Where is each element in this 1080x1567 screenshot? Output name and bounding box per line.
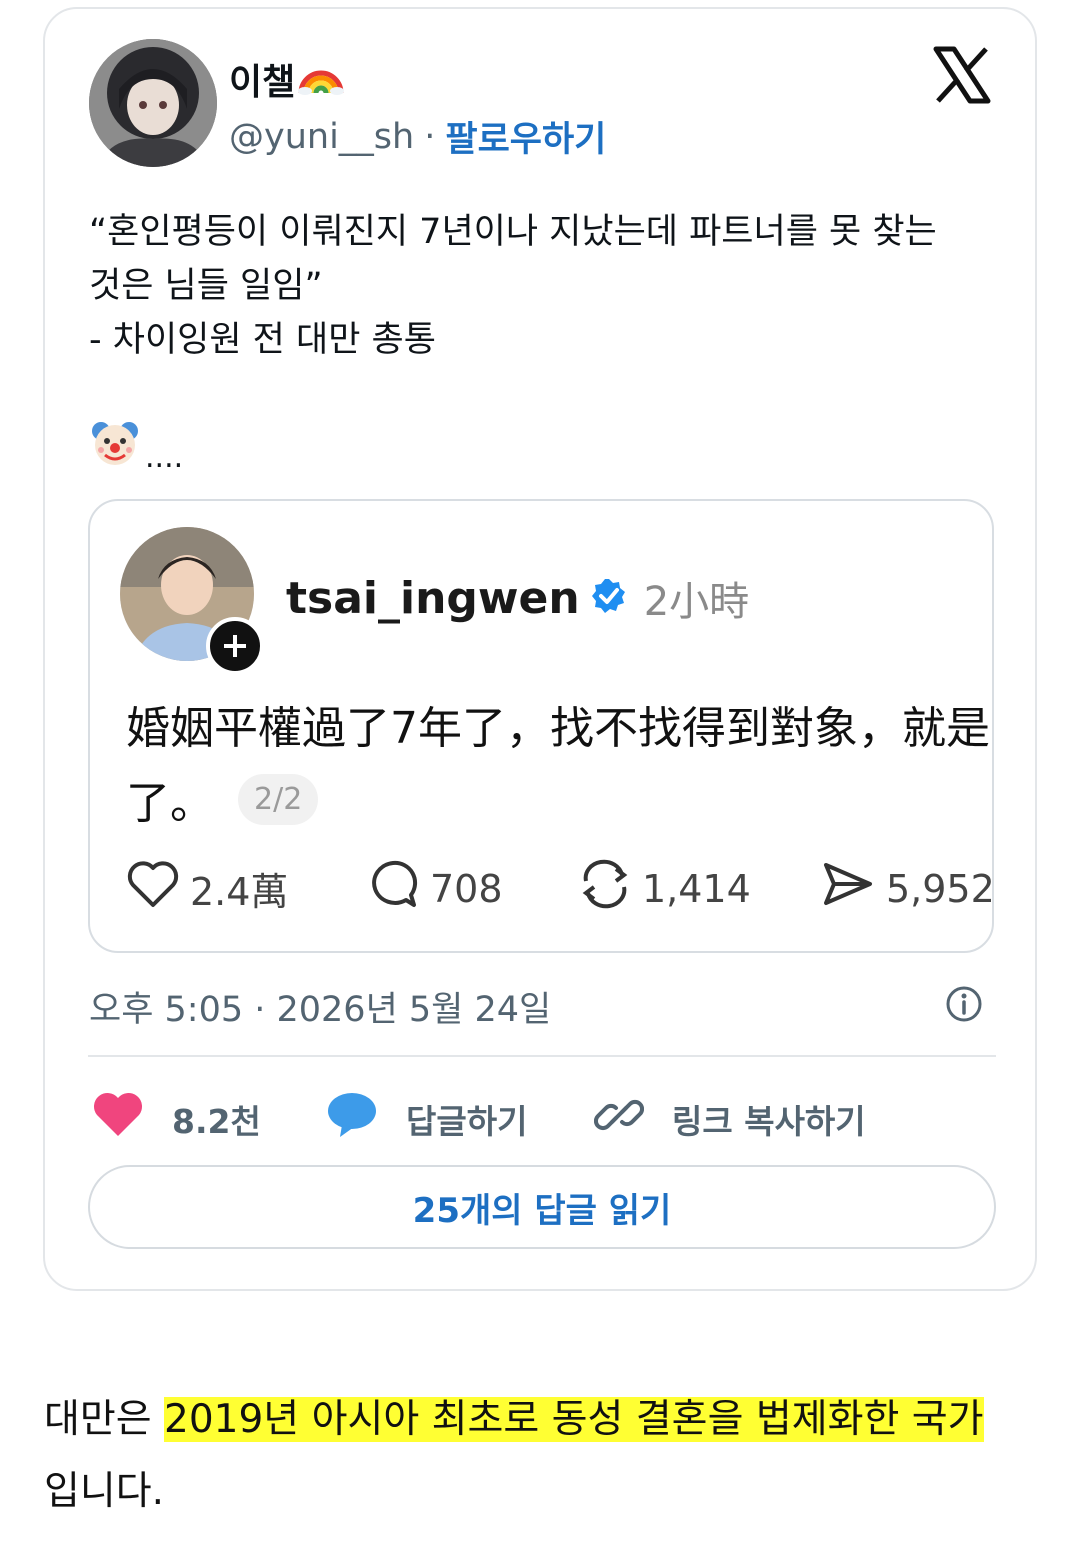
heart-outline-icon xyxy=(126,859,180,918)
tweet-card: 이챌 @yuni__sh · 팔로우하기 “혼인평등이 이뤄진지 7년이나 지났… xyxy=(43,7,1037,1291)
display-name-text: 이챌 xyxy=(229,62,296,103)
divider xyxy=(88,1055,996,1057)
tweet-text: “혼인평등이 이뤄진지 7년이나 지났는데 파트너를 못 찾는 것은 님들 일임… xyxy=(89,212,937,360)
separator-dot: · xyxy=(424,116,436,157)
embedded-comments: 708 xyxy=(366,859,503,918)
heart-icon xyxy=(92,1092,144,1146)
comment-icon xyxy=(366,859,420,918)
like-count: 8.2천 xyxy=(172,1102,261,1141)
likes-count: 2.4萬 xyxy=(190,870,289,914)
handle-row: @yuni__sh · 팔로우하기 xyxy=(229,111,606,162)
shares-count: 5,952 xyxy=(886,866,994,911)
embedded-text-line1: 婚姻平權過了7年了，找不找得到對象，就是 xyxy=(126,703,990,754)
embedded-likes: 2.4萬 xyxy=(126,859,288,918)
embedded-text-line2-row: 了。 2/2 xyxy=(126,767,319,831)
embedded-post-image[interactable]: tsai_ingwen 2小時 婚姻平權過了7年了，找不找得到對象，就是 了。 … xyxy=(88,499,994,953)
embedded-header: tsai_ingwen 2小時 xyxy=(286,569,749,627)
verified-badge-icon xyxy=(590,577,628,619)
embedded-shares: 5,952 xyxy=(820,859,994,918)
caption-before: 대만은 xyxy=(44,1397,165,1442)
embedded-text-line2: 了。 xyxy=(126,778,214,829)
like-button[interactable]: 8.2천 xyxy=(92,1081,261,1157)
reply-label: 답글하기 xyxy=(406,1102,528,1141)
x-logo-icon[interactable] xyxy=(932,45,992,105)
comments-count: 708 xyxy=(430,866,503,911)
embedded-reposts: 1,414 xyxy=(578,859,751,918)
info-icon[interactable] xyxy=(945,985,983,1023)
repost-icon xyxy=(578,859,632,918)
speech-bubble-icon xyxy=(326,1091,378,1147)
copy-link-label: 링크 복사하기 xyxy=(672,1102,866,1141)
embedded-time: 2小時 xyxy=(643,579,750,625)
caption-highlight: 2019년 아시아 최초로 동성 결혼을 법제화한 국가 xyxy=(164,1397,984,1442)
clown-face-icon xyxy=(89,417,141,473)
embedded-stats: 2.4萬 708 1,414 5,952 xyxy=(126,859,994,919)
read-replies-button[interactable]: 25개의 답글 읽기 xyxy=(88,1165,996,1249)
clown-row: .... xyxy=(89,417,183,473)
author-avatar[interactable] xyxy=(89,39,217,167)
plus-icon xyxy=(206,617,264,675)
author-display-name[interactable]: 이챌 xyxy=(229,53,345,105)
clown-suffix: .... xyxy=(145,440,184,475)
copy-link-button[interactable]: 링크 복사하기 xyxy=(593,1081,866,1157)
link-icon xyxy=(593,1090,645,1148)
tweet-timestamp[interactable]: 오후 5:05 · 2026년 5월 24일 xyxy=(89,981,551,1032)
page-indicator: 2/2 xyxy=(238,773,319,825)
caption-paragraph: 대만은 2019년 아시아 최초로 동성 결혼을 법제화한 국가 입니다. xyxy=(44,1384,1044,1528)
caption-after: 입니다. xyxy=(44,1469,165,1514)
reply-button[interactable]: 답글하기 xyxy=(326,1081,527,1157)
rainbow-icon xyxy=(297,55,345,104)
embedded-username: tsai_ingwen xyxy=(286,572,580,624)
author-handle[interactable]: @yuni__sh xyxy=(229,117,414,157)
reposts-count: 1,414 xyxy=(642,866,751,911)
share-icon xyxy=(820,859,876,918)
action-bar: 8.2천 답글하기 링크 복사하기 xyxy=(88,1081,996,1157)
follow-button[interactable]: 팔로우하기 xyxy=(445,111,606,162)
